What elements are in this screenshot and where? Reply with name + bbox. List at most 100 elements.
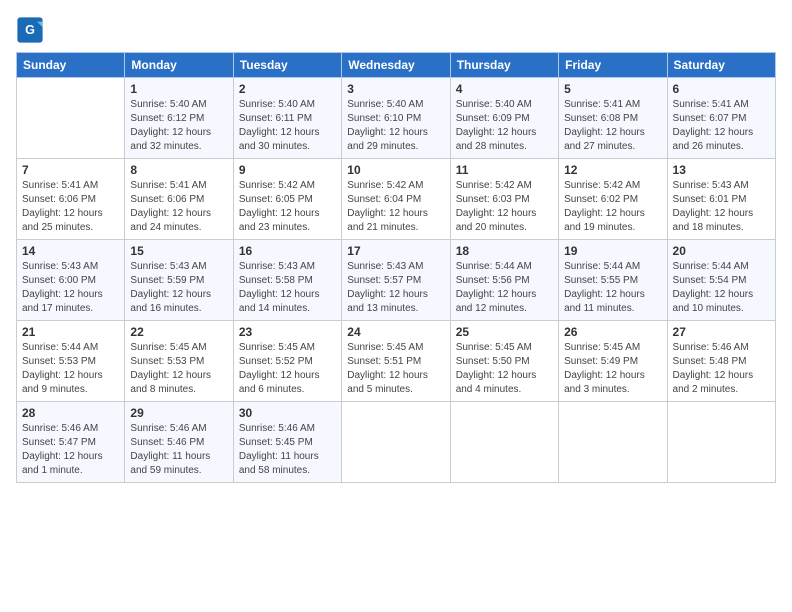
- calendar-cell: 27 Sunrise: 5:46 AM Sunset: 5:48 PM Dayli…: [667, 321, 775, 402]
- day-number: 4: [456, 82, 553, 96]
- calendar-cell: 9 Sunrise: 5:42 AM Sunset: 6:05 PM Daylig…: [233, 159, 341, 240]
- day-info: Sunrise: 5:46 AM Sunset: 5:48 PM Dayligh…: [673, 341, 770, 397]
- weekday-header-friday: Friday: [559, 53, 667, 78]
- calendar-cell: [450, 402, 558, 483]
- day-number: 26: [564, 325, 661, 339]
- calendar-cell: [342, 402, 450, 483]
- day-info: Sunrise: 5:45 AM Sunset: 5:50 PM Dayligh…: [456, 341, 553, 397]
- day-number: 19: [564, 244, 661, 258]
- calendar-cell: 28 Sunrise: 5:46 AM Sunset: 5:47 PM Dayli…: [17, 402, 125, 483]
- day-number: 20: [673, 244, 770, 258]
- day-info: Sunrise: 5:43 AM Sunset: 6:00 PM Dayligh…: [22, 260, 119, 316]
- day-info: Sunrise: 5:45 AM Sunset: 5:49 PM Dayligh…: [564, 341, 661, 397]
- day-info: Sunrise: 5:41 AM Sunset: 6:08 PM Dayligh…: [564, 98, 661, 154]
- day-number: 5: [564, 82, 661, 96]
- page-header: G: [16, 16, 776, 44]
- day-number: 22: [130, 325, 227, 339]
- day-info: Sunrise: 5:46 AM Sunset: 5:46 PM Dayligh…: [130, 422, 227, 478]
- calendar-cell: 2 Sunrise: 5:40 AM Sunset: 6:11 PM Daylig…: [233, 78, 341, 159]
- day-number: 28: [22, 406, 119, 420]
- day-number: 2: [239, 82, 336, 96]
- day-number: 14: [22, 244, 119, 258]
- calendar-cell: [17, 78, 125, 159]
- weekday-header-tuesday: Tuesday: [233, 53, 341, 78]
- calendar-cell: 11Sunrise: 5:42 AM Sunset: 6:03 PM Dayli…: [450, 159, 558, 240]
- day-number: 8: [130, 163, 227, 177]
- day-number: 25: [456, 325, 553, 339]
- day-info: Sunrise: 5:40 AM Sunset: 6:11 PM Dayligh…: [239, 98, 336, 154]
- day-number: 18: [456, 244, 553, 258]
- weekday-header-monday: Monday: [125, 53, 233, 78]
- day-number: 24: [347, 325, 444, 339]
- calendar-cell: 23 Sunrise: 5:45 AM Sunset: 5:52 PM Dayli…: [233, 321, 341, 402]
- calendar-cell: 22 Sunrise: 5:45 AM Sunset: 5:53 PM Dayli…: [125, 321, 233, 402]
- day-info: Sunrise: 5:44 AM Sunset: 5:55 PM Dayligh…: [564, 260, 661, 316]
- day-number: 23: [239, 325, 336, 339]
- calendar-cell: 25 Sunrise: 5:45 AM Sunset: 5:50 PM Dayli…: [450, 321, 558, 402]
- day-number: 12: [564, 163, 661, 177]
- day-number: 17: [347, 244, 444, 258]
- weekday-header-row: SundayMondayTuesdayWednesdayThursdayFrid…: [17, 53, 776, 78]
- calendar-cell: 19 Sunrise: 5:44 AM Sunset: 5:55 PM Dayli…: [559, 240, 667, 321]
- calendar-table: SundayMondayTuesdayWednesdayThursdayFrid…: [16, 52, 776, 483]
- logo: G: [16, 16, 48, 44]
- day-number: 3: [347, 82, 444, 96]
- calendar-cell: 7 Sunrise: 5:41 AM Sunset: 6:06 PM Daylig…: [17, 159, 125, 240]
- weekday-header-wednesday: Wednesday: [342, 53, 450, 78]
- day-info: Sunrise: 5:45 AM Sunset: 5:51 PM Dayligh…: [347, 341, 444, 397]
- day-info: Sunrise: 5:46 AM Sunset: 5:45 PM Dayligh…: [239, 422, 336, 478]
- day-number: 16: [239, 244, 336, 258]
- day-number: 7: [22, 163, 119, 177]
- day-number: 11: [456, 163, 553, 177]
- week-row-4: 21 Sunrise: 5:44 AM Sunset: 5:53 PM Dayli…: [17, 321, 776, 402]
- weekday-header-sunday: Sunday: [17, 53, 125, 78]
- day-number: 30: [239, 406, 336, 420]
- day-info: Sunrise: 5:43 AM Sunset: 5:57 PM Dayligh…: [347, 260, 444, 316]
- day-info: Sunrise: 5:40 AM Sunset: 6:10 PM Dayligh…: [347, 98, 444, 154]
- day-info: Sunrise: 5:40 AM Sunset: 6:09 PM Dayligh…: [456, 98, 553, 154]
- calendar-cell: 17 Sunrise: 5:43 AM Sunset: 5:57 PM Dayli…: [342, 240, 450, 321]
- day-number: 10: [347, 163, 444, 177]
- day-info: Sunrise: 5:43 AM Sunset: 5:59 PM Dayligh…: [130, 260, 227, 316]
- calendar-cell: 26 Sunrise: 5:45 AM Sunset: 5:49 PM Dayli…: [559, 321, 667, 402]
- day-info: Sunrise: 5:46 AM Sunset: 5:47 PM Dayligh…: [22, 422, 119, 478]
- calendar-cell: 18 Sunrise: 5:44 AM Sunset: 5:56 PM Dayli…: [450, 240, 558, 321]
- day-info: Sunrise: 5:43 AM Sunset: 5:58 PM Dayligh…: [239, 260, 336, 316]
- calendar-cell: 29 Sunrise: 5:46 AM Sunset: 5:46 PM Dayli…: [125, 402, 233, 483]
- calendar-cell: 3 Sunrise: 5:40 AM Sunset: 6:10 PM Daylig…: [342, 78, 450, 159]
- calendar-cell: 10Sunrise: 5:42 AM Sunset: 6:04 PM Dayli…: [342, 159, 450, 240]
- calendar-cell: 20 Sunrise: 5:44 AM Sunset: 5:54 PM Dayli…: [667, 240, 775, 321]
- day-info: Sunrise: 5:44 AM Sunset: 5:53 PM Dayligh…: [22, 341, 119, 397]
- logo-icon: G: [16, 16, 44, 44]
- svg-text:G: G: [25, 23, 35, 37]
- week-row-3: 14 Sunrise: 5:43 AM Sunset: 6:00 PM Dayli…: [17, 240, 776, 321]
- day-info: Sunrise: 5:45 AM Sunset: 5:53 PM Dayligh…: [130, 341, 227, 397]
- calendar-cell: 12 Sunrise: 5:42 AM Sunset: 6:02 PM Dayli…: [559, 159, 667, 240]
- day-info: Sunrise: 5:41 AM Sunset: 6:06 PM Dayligh…: [22, 179, 119, 235]
- week-row-2: 7 Sunrise: 5:41 AM Sunset: 6:06 PM Daylig…: [17, 159, 776, 240]
- day-number: 9: [239, 163, 336, 177]
- day-info: Sunrise: 5:43 AM Sunset: 6:01 PM Dayligh…: [673, 179, 770, 235]
- calendar-cell: 1Sunrise: 5:40 AM Sunset: 6:12 PM Daylig…: [125, 78, 233, 159]
- weekday-header-thursday: Thursday: [450, 53, 558, 78]
- day-number: 6: [673, 82, 770, 96]
- calendar-cell: 14 Sunrise: 5:43 AM Sunset: 6:00 PM Dayli…: [17, 240, 125, 321]
- week-row-1: 1Sunrise: 5:40 AM Sunset: 6:12 PM Daylig…: [17, 78, 776, 159]
- week-row-5: 28 Sunrise: 5:46 AM Sunset: 5:47 PM Dayli…: [17, 402, 776, 483]
- calendar-cell: [667, 402, 775, 483]
- calendar-cell: 24 Sunrise: 5:45 AM Sunset: 5:51 PM Dayli…: [342, 321, 450, 402]
- day-info: Sunrise: 5:42 AM Sunset: 6:05 PM Dayligh…: [239, 179, 336, 235]
- day-info: Sunrise: 5:45 AM Sunset: 5:52 PM Dayligh…: [239, 341, 336, 397]
- day-info: Sunrise: 5:42 AM Sunset: 6:02 PM Dayligh…: [564, 179, 661, 235]
- day-number: 27: [673, 325, 770, 339]
- calendar-cell: 5 Sunrise: 5:41 AM Sunset: 6:08 PM Daylig…: [559, 78, 667, 159]
- day-info: Sunrise: 5:44 AM Sunset: 5:56 PM Dayligh…: [456, 260, 553, 316]
- day-number: 29: [130, 406, 227, 420]
- calendar-cell: 16 Sunrise: 5:43 AM Sunset: 5:58 PM Dayli…: [233, 240, 341, 321]
- day-info: Sunrise: 5:41 AM Sunset: 6:07 PM Dayligh…: [673, 98, 770, 154]
- weekday-header-saturday: Saturday: [667, 53, 775, 78]
- day-info: Sunrise: 5:44 AM Sunset: 5:54 PM Dayligh…: [673, 260, 770, 316]
- calendar-cell: [559, 402, 667, 483]
- calendar-cell: 13Sunrise: 5:43 AM Sunset: 6:01 PM Dayli…: [667, 159, 775, 240]
- day-number: 21: [22, 325, 119, 339]
